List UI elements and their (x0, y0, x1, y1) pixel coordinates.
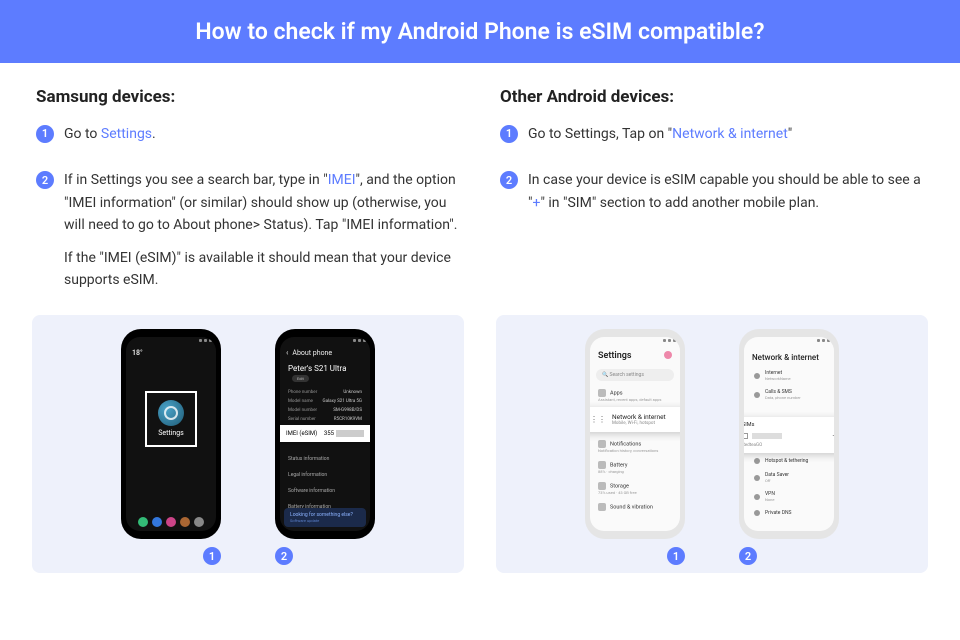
samsung-step-2: 2 If in Settings you see a search bar, t… (36, 169, 460, 301)
step-text: Go to Settings, Tap on "Network & intern… (528, 123, 924, 155)
list-item: Software information (280, 484, 370, 498)
about-phone-header: ‹About phone (280, 343, 370, 362)
samsung-step-1: 1 Go to Settings. (36, 123, 460, 155)
step-text: In case your device is eSIM capable you … (528, 169, 924, 224)
text: " (788, 126, 792, 142)
text: . (152, 126, 156, 142)
search-settings: 🔍 Search settings (596, 369, 674, 381)
text: If in Settings you see a search bar, typ… (64, 172, 328, 188)
text: Go to Settings, Tap on " (528, 126, 672, 142)
list-item: Sound & vibration (590, 499, 680, 515)
samsung-screenshot-1: 18° Settings (121, 329, 221, 539)
samsung-column: Samsung devices: 1 Go to Settings. 2 If … (36, 87, 460, 315)
step-number-badge: 1 (500, 125, 518, 143)
info-row: Serial numberR5CR10K9VM (280, 415, 370, 424)
list-item: Private DNS (744, 506, 834, 520)
sim-icon (744, 433, 748, 439)
label-badge: 1 (203, 547, 221, 565)
app-dock (126, 517, 216, 527)
settings-label: Settings (158, 429, 184, 437)
list-item: AppsAssistant, recent apps, default apps (590, 385, 680, 406)
list-item: InternetNetworkName (744, 366, 834, 385)
back-icon: ‹ (286, 348, 288, 357)
label-badge: 2 (275, 547, 293, 565)
list-item: Data SaverOff (744, 468, 834, 487)
text: Go to (64, 126, 101, 142)
edit-pill: Edit (292, 375, 309, 382)
list-item: Legal information (280, 468, 370, 482)
step-number-badge: 2 (36, 171, 54, 189)
label-badge: 2 (739, 547, 757, 565)
plus-icon: + (829, 431, 834, 440)
sims-highlight: SIMs + RedteaGO (744, 417, 834, 453)
other-step-2: 2 In case your device is eSIM capable yo… (500, 169, 924, 224)
step-number-badge: 1 (36, 125, 54, 143)
info-row: Model numberSM-G998B/DS (280, 406, 370, 415)
help-band: Looking for something else?Software upda… (284, 508, 366, 527)
wifi-icon (754, 373, 760, 379)
step-text: If in Settings you see a search bar, typ… (64, 169, 460, 301)
info-row: Phone numberUnknown (280, 388, 370, 397)
network-internet-highlight: ⋮⋮ Network & internetMobile, Wi-Fi, hots… (590, 407, 680, 432)
step-number-badge: 2 (500, 171, 518, 189)
label-badge: 1 (667, 547, 685, 565)
settings-link[interactable]: Settings (101, 126, 152, 142)
other-column: Other Android devices: 1 Go to Settings,… (500, 87, 924, 315)
wifi-icon: ⋮⋮ (590, 415, 606, 424)
network-internet-link[interactable]: Network & internet (672, 126, 788, 142)
network-internet-title: Network & internet (744, 343, 834, 366)
other-screenshot-1: Settings 🔍 Search settings AppsAssistant… (585, 329, 685, 539)
settings-app-highlight: Settings (145, 391, 197, 447)
other-screenshots: Settings 🔍 Search settings AppsAssistant… (496, 315, 928, 573)
weather-widget: 18° (126, 343, 216, 363)
info-row: Model nameGalaxy S21 Ultra 5G (280, 397, 370, 406)
other-screenshot-2: Network & internet InternetNetworkName C… (739, 329, 839, 539)
samsung-screenshots: 18° Settings ‹About phone Peter's S21 Ul… (32, 315, 464, 573)
redacted (336, 430, 364, 437)
redacted (752, 433, 782, 439)
gear-icon (158, 400, 184, 426)
imei-link[interactable]: IMEI (328, 172, 356, 188)
list-item: Battery88% · charging (590, 457, 680, 478)
page-title: How to check if my Android Phone is eSIM… (0, 0, 960, 63)
list-item: Storage73% used · 43 GB free (590, 478, 680, 499)
list-item: NotificationsNotification history, conve… (590, 436, 680, 457)
text: " in "SIM" section to add another mobile… (540, 195, 819, 211)
screenshot-labels: 1 2 (203, 547, 293, 565)
avatar-icon (664, 351, 672, 359)
screenshot-labels: 1 2 (667, 547, 757, 565)
device-name: Peter's S21 UltraEdit (280, 362, 370, 388)
list-item: Status information (280, 452, 370, 466)
other-step-1: 1 Go to Settings, Tap on "Network & inte… (500, 123, 924, 155)
list-item: VPNNone (744, 487, 834, 506)
step-text: Go to Settings. (64, 123, 460, 155)
samsung-screenshot-2: ‹About phone Peter's S21 UltraEdit Phone… (275, 329, 375, 539)
text: If the "IMEI (eSIM)" is available it sho… (64, 247, 460, 292)
other-heading: Other Android devices: (500, 87, 924, 107)
settings-title: Settings (590, 343, 680, 365)
samsung-heading: Samsung devices: (36, 87, 460, 107)
screenshots-row: 18° Settings ‹About phone Peter's S21 Ul… (32, 315, 928, 573)
list-item: Hotspot & tethering (744, 454, 834, 468)
imei-esim-highlight: IMEI (eSIM) 355 (280, 425, 370, 442)
instructions-columns: Samsung devices: 1 Go to Settings. 2 If … (0, 63, 960, 315)
list-item: Calls & SMSData, phone number (744, 385, 834, 404)
